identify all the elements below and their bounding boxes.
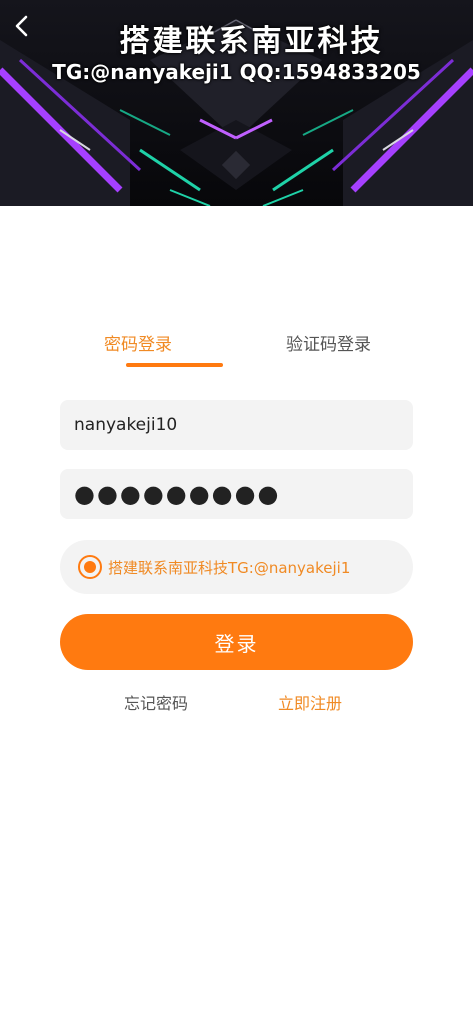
tab-password-login[interactable]: 密码登录 bbox=[104, 330, 172, 355]
username-input[interactable]: nanyakeji10 bbox=[60, 400, 413, 450]
login-tabs: 密码登录 验证码登录 bbox=[60, 330, 413, 370]
radio-checked-icon[interactable] bbox=[78, 555, 102, 579]
banner-title: 搭建联系南亚科技 bbox=[119, 24, 384, 59]
tab-code-login[interactable]: 验证码登录 bbox=[286, 330, 371, 355]
banner-contact: TG:@nanyakeji1 QQ:1594833205 bbox=[52, 60, 421, 84]
radio-dot bbox=[84, 561, 96, 573]
header-banner: 搭建联系南亚科技 TG:@nanyakeji1 QQ:1594833205 bbox=[0, 0, 473, 206]
login-button[interactable]: 登录 bbox=[60, 614, 413, 670]
forgot-password-link[interactable]: 忘记密码 bbox=[124, 690, 188, 714]
register-link[interactable]: 立即注册 bbox=[278, 690, 342, 714]
agreement-label: 搭建联系南亚科技TG:@nanyakeji1 bbox=[108, 558, 351, 577]
agreement-checkbox[interactable]: 搭建联系南亚科技TG:@nanyakeji1 bbox=[60, 540, 413, 594]
password-input[interactable]: ●●●●●●●●● bbox=[60, 469, 413, 519]
active-tab-indicator bbox=[126, 363, 223, 367]
